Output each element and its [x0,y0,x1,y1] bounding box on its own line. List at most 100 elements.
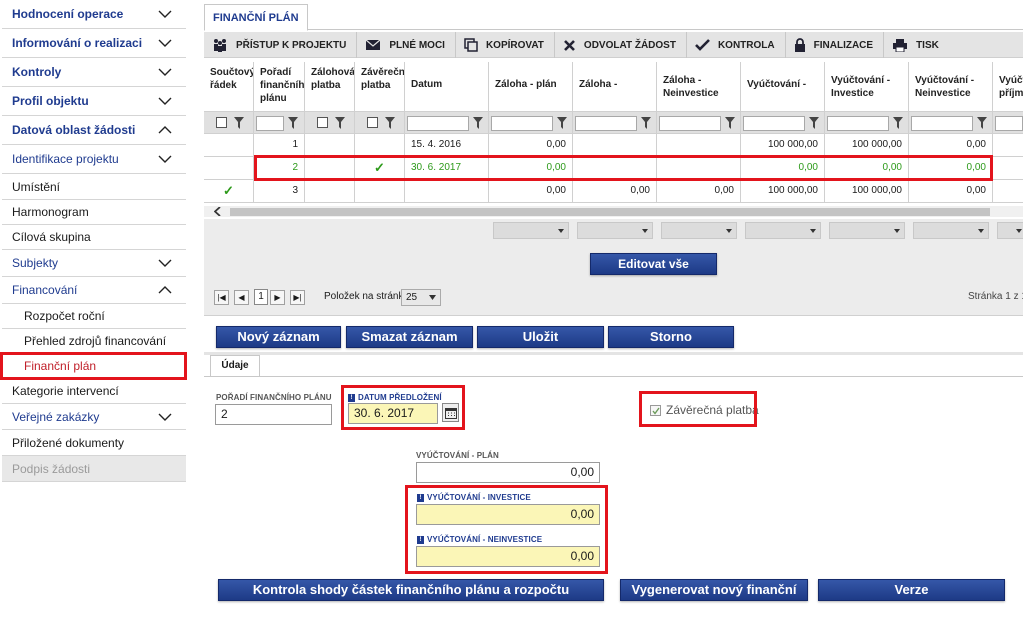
horizontal-scrollbar[interactable] [204,206,1023,217]
column-header[interactable]: Součtový řádek [204,62,254,112]
column-header[interactable]: Závěrečná platba [355,62,405,112]
new-record-button[interactable]: Nový záznam [216,326,341,348]
sidebar-item-rozpocet-rocni[interactable]: Rozpočet roční [2,304,186,329]
column-header[interactable]: Záloha - plán [489,62,573,112]
copy-button[interactable]: KOPÍROVAT [456,32,555,58]
sidebar-item-identifikace[interactable]: Identifikace projektu [2,145,186,174]
chevron-up-icon [158,286,172,294]
sidebar-item-subjekty[interactable]: Subjekty [2,250,186,277]
sidebar-item-financovani[interactable]: Financování [2,277,186,304]
v-inv-field[interactable]: 0,00 [416,504,600,525]
filter-checkbox[interactable] [317,117,328,128]
filter-icon[interactable] [809,116,819,130]
final-payment-checkbox[interactable] [650,405,661,416]
sidebar-item-financni-plan[interactable]: Finanční plán [2,354,186,379]
first-page-button[interactable]: |◀ [214,290,229,305]
sidebar-item-kontroly[interactable]: Kontroly [2,58,186,87]
sidebar-item-verejne-zakazky[interactable]: Veřejné zakázky [2,404,186,430]
aggregate-dropdown[interactable] [745,222,821,239]
filter-icon[interactable] [557,116,567,130]
filter-input[interactable] [256,116,284,131]
filter-input[interactable] [659,116,721,131]
filter-input[interactable] [911,116,973,131]
column-header[interactable]: Pořadí finančního plánu [254,62,305,112]
save-button[interactable]: Uložit [477,326,604,348]
per-page-label: Položek na stránku [324,291,410,302]
prev-page-button[interactable]: ◀ [234,290,249,305]
aggregate-dropdown[interactable] [493,222,569,239]
cancel-button[interactable]: Storno [608,326,734,348]
filter-icon[interactable] [641,116,651,130]
filter-input[interactable] [407,116,469,131]
filter-cell [657,112,741,134]
finalize-button[interactable]: FINALIZACE [786,32,885,58]
page-number-input[interactable]: 1 [254,289,268,305]
sidebar-item-label: Přiložené dokumenty [12,435,125,450]
aggregate-dropdown[interactable] [577,222,653,239]
column-header[interactable]: Vyúčtování - Investice [825,62,909,112]
v-neinv-field[interactable]: 0,00 [416,546,600,567]
edit-all-button[interactable]: Editovat vše [590,253,717,275]
sidebar-item-prilozene[interactable]: Přiložené dokumenty [2,430,186,456]
filter-icon[interactable] [234,116,244,130]
v-plan-field[interactable]: 0,00 [416,462,600,483]
next-page-button[interactable]: ▶ [270,290,285,305]
sidebar-item-hodnoceni-operace[interactable]: Hodnocení operace [2,0,186,29]
filter-icon[interactable] [385,116,395,130]
page-info: Stránka 1 z 1, [968,291,1023,302]
sidebar-item-kategorie[interactable]: Kategorie intervencí [2,379,186,404]
column-header[interactable]: Záloha - Investice [573,62,657,112]
access-project-button[interactable]: PŘÍSTUP K PROJEKTU [204,32,358,58]
filter-icon[interactable] [893,116,903,130]
filter-input[interactable] [575,116,637,131]
filter-input[interactable] [491,116,553,131]
filter-input[interactable] [827,116,889,131]
aggregate-dropdown[interactable] [997,222,1023,239]
aggregate-dropdown[interactable] [913,222,989,239]
column-header[interactable]: Záloha - Neinvestice [657,62,741,112]
filter-checkbox[interactable] [367,117,378,128]
sidebar-item-label: Umístění [12,179,61,194]
column-header[interactable]: Zálohová platba [305,62,355,112]
last-page-button[interactable]: ▶| [290,290,305,305]
sidebar-item-harmonogram[interactable]: Harmonogram [2,200,186,225]
filter-checkbox[interactable] [216,117,227,128]
scrollbar-thumb[interactable] [230,208,990,216]
delete-record-button[interactable]: Smazat záznam [346,326,473,348]
tab-udaje[interactable]: Údaje [210,355,260,377]
filter-cell [305,112,355,134]
filter-input[interactable] [995,116,1023,131]
order-field[interactable]: 2 [215,404,332,425]
sidebar-item-label: Informování o realizaci [12,36,143,50]
power-of-attorney-button[interactable]: PLNÉ MOCI [357,32,456,58]
column-header[interactable]: Vyúčt příjmy [993,62,1023,112]
generate-plan-button[interactable]: Vygenerovat nový finanční plán [620,579,808,617]
column-header[interactable]: Vyúčtování - Neinvestice [909,62,993,112]
date-field[interactable]: 30. 6. 2017 [348,403,438,424]
sidebar-item-datova-oblast[interactable]: Datová oblast žádosti [2,116,186,145]
sidebar-item-informovani[interactable]: Informování o realizaci [2,29,186,58]
sidebar-item-umisteni[interactable]: Umístění [2,174,186,200]
filter-icon[interactable] [473,116,483,130]
column-header[interactable]: Datum předložení [405,62,489,112]
aggregate-dropdown[interactable] [661,222,737,239]
withdraw-application-button[interactable]: ODVOLAT ŽÁDOST [555,32,687,58]
column-header[interactable]: Vyúčtování - plán [741,62,825,112]
filter-input[interactable] [743,116,805,131]
calendar-button[interactable] [442,403,459,422]
tab-financni-plan[interactable]: FINANČNÍ PLÁN [204,4,308,31]
filter-icon[interactable] [977,116,987,130]
check-budget-button[interactable]: Kontrola shody částek finančního plánu a… [218,579,604,601]
sidebar-item-cilova-skupina[interactable]: Cílová skupina [2,225,186,250]
arrow-left-icon[interactable] [214,207,222,216]
filter-icon[interactable] [725,116,735,130]
per-page-select[interactable]: 25 [401,289,441,306]
print-button[interactable]: TISK [884,32,949,58]
sidebar-item-profil-objektu[interactable]: Profil objektu [2,87,186,116]
sidebar-item-prehled-zdroju[interactable]: Přehled zdrojů financování [2,329,186,354]
filter-icon[interactable] [335,116,345,130]
aggregate-dropdown[interactable] [829,222,905,239]
versions-button[interactable]: Verze [818,579,1005,601]
filter-icon[interactable] [288,116,298,130]
check-button[interactable]: KONTROLA [687,32,786,58]
